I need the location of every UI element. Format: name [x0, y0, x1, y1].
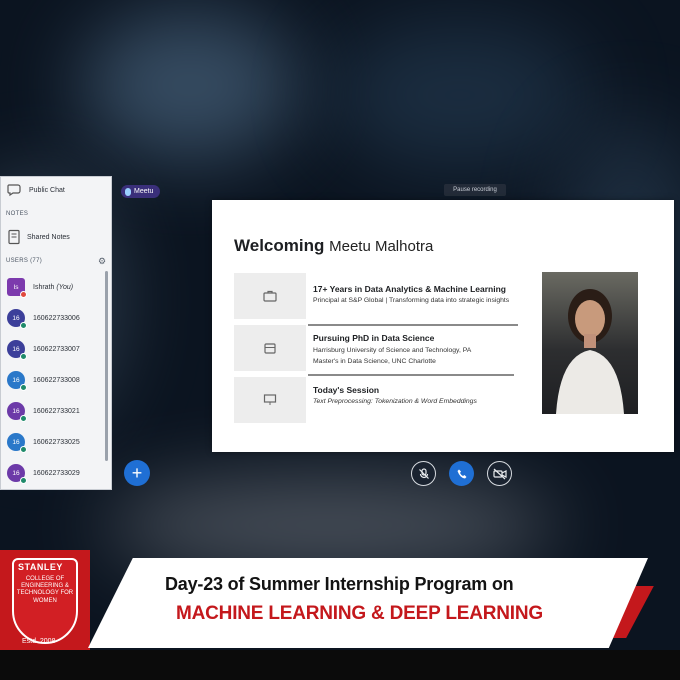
notes-icon — [8, 229, 20, 245]
briefcase-icon — [263, 290, 277, 302]
audio-phone-button[interactable] — [449, 461, 474, 486]
users-scrollbar[interactable] — [105, 271, 108, 461]
card-text: Principal at S&P Global | Transforming d… — [313, 297, 510, 304]
public-chat-label: Public Chat — [29, 186, 65, 194]
user-name: 160622733007 — [33, 345, 80, 353]
user-item[interactable]: 16 160622733008 — [7, 369, 80, 391]
shared-notes-item[interactable]: Shared Notes — [7, 229, 70, 245]
chat-icon — [7, 184, 21, 197]
users-header: USERS (77) — [6, 258, 43, 264]
avatar: 16 — [7, 433, 27, 453]
user-item[interactable]: 16 160622733007 — [7, 338, 80, 360]
notes-header: NOTES — [6, 211, 29, 217]
bottom-banner: COLLEGE OF ENGINEERING & TECHNOLOGY FOR … — [0, 550, 680, 680]
presentation-slide: Welcoming Meetu Malhotra 17+ Years in Da… — [212, 200, 674, 452]
shared-notes-label: Shared Notes — [27, 233, 70, 241]
user-item[interactable]: 16 160622733006 — [7, 307, 80, 329]
user-name: 160622733029 — [33, 469, 80, 477]
user-item[interactable]: Is Ishrath (You) — [7, 276, 73, 298]
card-title: Today's Session — [313, 385, 380, 395]
user-item[interactable]: 16 160622733025 — [7, 431, 80, 453]
mute-microphone-button[interactable] — [411, 461, 436, 486]
college-name: STANLEY — [18, 562, 63, 572]
user-name: 160622733008 — [33, 376, 80, 384]
banner-subheading: MACHINE LEARNING & DEEP LEARNING — [176, 603, 543, 624]
divider — [308, 324, 518, 326]
pause-recording-button[interactable]: Pause recording — [444, 184, 506, 196]
card-text: Text Preprocessing: Tokenization & Word … — [313, 398, 477, 405]
add-action-button[interactable]: + — [124, 460, 150, 486]
phone-icon — [457, 469, 466, 478]
avatar: 16 — [7, 371, 27, 391]
user-name: 160622733021 — [33, 407, 80, 415]
presentation-icon — [263, 394, 277, 405]
avatar: 16 — [7, 464, 27, 484]
camera-off-icon — [492, 468, 507, 479]
established-year: Estd. 2008 — [22, 638, 56, 645]
presenter-tag: Meetu — [121, 185, 161, 198]
card-title: Pursuing PhD in Data Science — [313, 333, 435, 343]
public-chat-item[interactable]: Public Chat — [7, 183, 65, 197]
card-text: Harrisburg University of Science and Tec… — [313, 347, 472, 354]
avatar: 16 — [7, 309, 27, 329]
avatar: Is — [7, 278, 27, 298]
gear-icon[interactable]: ⚙ — [98, 256, 106, 267]
user-name: 160622733025 — [33, 438, 80, 446]
user-item[interactable]: 16 160622733021 — [7, 400, 80, 422]
card-image — [234, 273, 306, 319]
presenter-name: Meetu — [134, 188, 154, 195]
university-icon — [264, 343, 276, 354]
card-image — [234, 325, 306, 371]
card-title: 17+ Years in Data Analytics & Machine Le… — [313, 284, 506, 294]
user-name: Ishrath (You) — [33, 283, 74, 291]
avatar: 16 — [7, 340, 27, 360]
card-text: Master's in Data Science, UNC Charlotte — [313, 358, 436, 365]
sidebar-panel: Public Chat NOTES Shared Notes USERS (77… — [0, 176, 112, 490]
status-dot — [20, 291, 27, 298]
banner-heading: Day-23 of Summer Internship Program on — [165, 574, 514, 594]
speaker-photo — [542, 272, 638, 414]
avatar: 16 — [7, 402, 27, 422]
microphone-off-icon — [418, 467, 429, 479]
user-name: 160622733006 — [33, 314, 80, 322]
share-webcam-button[interactable] — [487, 461, 512, 486]
user-item[interactable]: 16 160622733029 — [7, 462, 80, 484]
microphone-icon — [125, 187, 131, 196]
card-image — [234, 377, 306, 423]
slide-title: Welcoming Meetu Malhotra — [234, 236, 434, 255]
divider — [308, 374, 514, 376]
